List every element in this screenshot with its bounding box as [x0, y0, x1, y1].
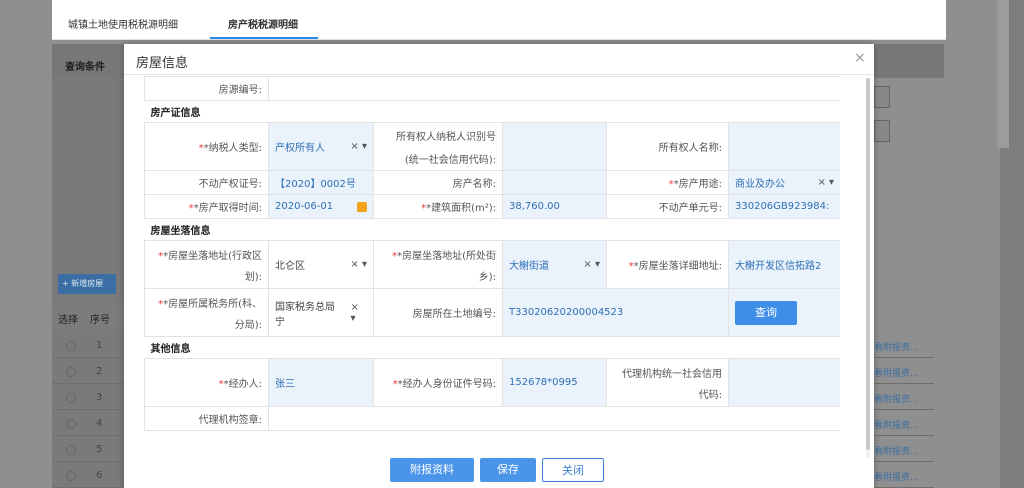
row-radio[interactable]: [66, 471, 76, 481]
dialog-title: 房屋信息: [136, 56, 189, 71]
row-radio[interactable]: [66, 367, 76, 377]
unit-no-label: 不动产单元号:: [606, 194, 729, 219]
dialog-scrollbar-thumb[interactable]: [866, 78, 870, 450]
taxpayer-type-label: **纳税人类型:: [144, 122, 269, 171]
table-row: 4: [52, 412, 124, 436]
section-other-info: 其他信息: [144, 336, 840, 359]
house-source-no-label: 房源编号:: [144, 76, 269, 101]
table-row: 5: [52, 438, 124, 462]
addr-admin-select[interactable]: 北仑区 × ▾: [268, 240, 374, 289]
close-icon[interactable]: ×: [854, 50, 866, 66]
agent-id-label: **经办人身份证件号码:: [373, 358, 503, 407]
usage-label: **房产用途:: [606, 170, 729, 195]
addr-street-label: **房屋坐落地址(所处街 乡):: [373, 240, 503, 289]
area-input[interactable]: 38,760.00: [502, 194, 607, 219]
view-attachment-link[interactable]: 看附报资...: [874, 334, 934, 358]
add-house-button[interactable]: + 新增房屋: [58, 274, 116, 294]
query-button[interactable]: 查询: [735, 300, 797, 325]
land-no-input[interactable]: T33020620200004523: [502, 288, 729, 337]
cert-no-label: 不动产权证号:: [144, 170, 269, 195]
tax-office-select[interactable]: 国家税务总局宁 × ▾: [268, 288, 374, 337]
right-input-2[interactable]: [874, 120, 890, 142]
tax-office-label: **房屋所属税务所(科、 分局):: [144, 288, 269, 337]
tab-bar: 城镇土地使用税税源明细 房产税税源明细: [52, 0, 946, 40]
query-conditions-title: 查询条件: [52, 44, 124, 78]
col-index: 序号: [90, 315, 110, 326]
tab-property-tax[interactable]: 房产税税源明细: [228, 16, 298, 31]
calendar-icon[interactable]: [357, 201, 367, 212]
addr-detail-input[interactable]: 大榭开发区信拓路2: [727, 240, 840, 289]
col-select: 选择: [58, 315, 78, 326]
row-index: 6: [96, 470, 103, 481]
house-source-no-field[interactable]: [267, 76, 840, 101]
row-radio[interactable]: [66, 393, 76, 403]
right-input-1[interactable]: [874, 86, 890, 108]
agency-sign-label: 代理机构签章:: [144, 406, 269, 431]
divider: [124, 74, 874, 75]
addr-detail-label: **房屋坐落详细地址:: [606, 240, 729, 289]
house-info-form: 房源编号: 房产证信息 **纳税人类型: 产权所有人 × ▾ 所有权人纳税人识别号…: [144, 76, 840, 446]
house-info-dialog: 房屋信息 × 房源编号: 房产证信息 **纳税人类型: 产权所有人 × ▾ 所有权…: [124, 44, 874, 488]
table-row: 1: [52, 334, 124, 358]
section-location-info: 房屋坐落信息: [144, 218, 840, 241]
agent-label: **经办人:: [144, 358, 269, 407]
agency-code-label: 代理机构统一社会信用 代码:: [606, 358, 729, 407]
addr-street-select[interactable]: 大榭街道 × ▾: [502, 240, 607, 289]
active-tab-indicator: [210, 37, 318, 39]
view-attachment-link[interactable]: 看附报资...: [874, 386, 934, 410]
agency-sign-field[interactable]: [267, 406, 840, 431]
save-button[interactable]: 保存: [480, 458, 536, 482]
row-index: 3: [96, 392, 103, 403]
unit-no-input[interactable]: 330206GB923984:: [727, 194, 840, 219]
owner-taxid-label: 所有权人纳税人识别号 (统一社会信用代码):: [373, 122, 503, 171]
tab-land-tax[interactable]: 城镇土地使用税税源明细: [68, 16, 178, 31]
area-label: **建筑面积(m²):: [373, 194, 503, 219]
house-name-label: 房产名称:: [373, 170, 503, 195]
table-row: 2: [52, 360, 124, 384]
row-index: 1: [96, 340, 103, 351]
acquire-date-label: **房产取得时间:: [144, 194, 269, 219]
acquire-date-picker[interactable]: 2020-06-01: [268, 194, 374, 219]
view-attachment-link[interactable]: 看附报资...: [874, 360, 934, 384]
row-index: 4: [96, 418, 103, 429]
row-index: 2: [96, 366, 103, 377]
row-radio[interactable]: [66, 445, 76, 455]
row-radio[interactable]: [66, 341, 76, 351]
view-attachment-link[interactable]: 看附报资...: [874, 464, 934, 488]
view-attachment-link[interactable]: 看附报资...: [874, 412, 934, 436]
agent-id-input[interactable]: 152678*0995: [502, 358, 607, 407]
addr-admin-label: **房屋坐落地址(行政区 划):: [144, 240, 269, 289]
usage-select[interactable]: 商业及办公 × ▾: [727, 170, 840, 195]
owner-taxid-input[interactable]: [502, 122, 607, 171]
land-no-label: 房屋所在土地编号:: [373, 288, 503, 337]
row-radio[interactable]: [66, 419, 76, 429]
taxpayer-type-select[interactable]: 产权所有人 × ▾: [268, 122, 374, 171]
agency-code-input[interactable]: [727, 358, 840, 407]
section-cert-info: 房产证信息: [144, 100, 840, 123]
table-row: 6: [52, 464, 124, 488]
page-scrollbar-thumb[interactable]: [997, 0, 1009, 148]
right-panel-header: [874, 44, 944, 78]
agent-input[interactable]: 张三: [268, 358, 374, 407]
owner-name-label: 所有权人名称:: [606, 122, 729, 171]
query-cell: 查询: [727, 288, 840, 337]
house-name-input[interactable]: [502, 170, 607, 195]
view-attachment-link[interactable]: 看附报资...: [874, 438, 934, 462]
cert-no-input[interactable]: 【2020】0002号: [268, 170, 374, 195]
table-row: 3: [52, 386, 124, 410]
close-button[interactable]: 关闭: [542, 458, 604, 482]
attach-docs-button[interactable]: 附报资料: [390, 458, 474, 482]
row-index: 5: [96, 444, 103, 455]
grid-header: 选择 序号: [52, 302, 124, 330]
owner-name-input[interactable]: [727, 122, 840, 171]
